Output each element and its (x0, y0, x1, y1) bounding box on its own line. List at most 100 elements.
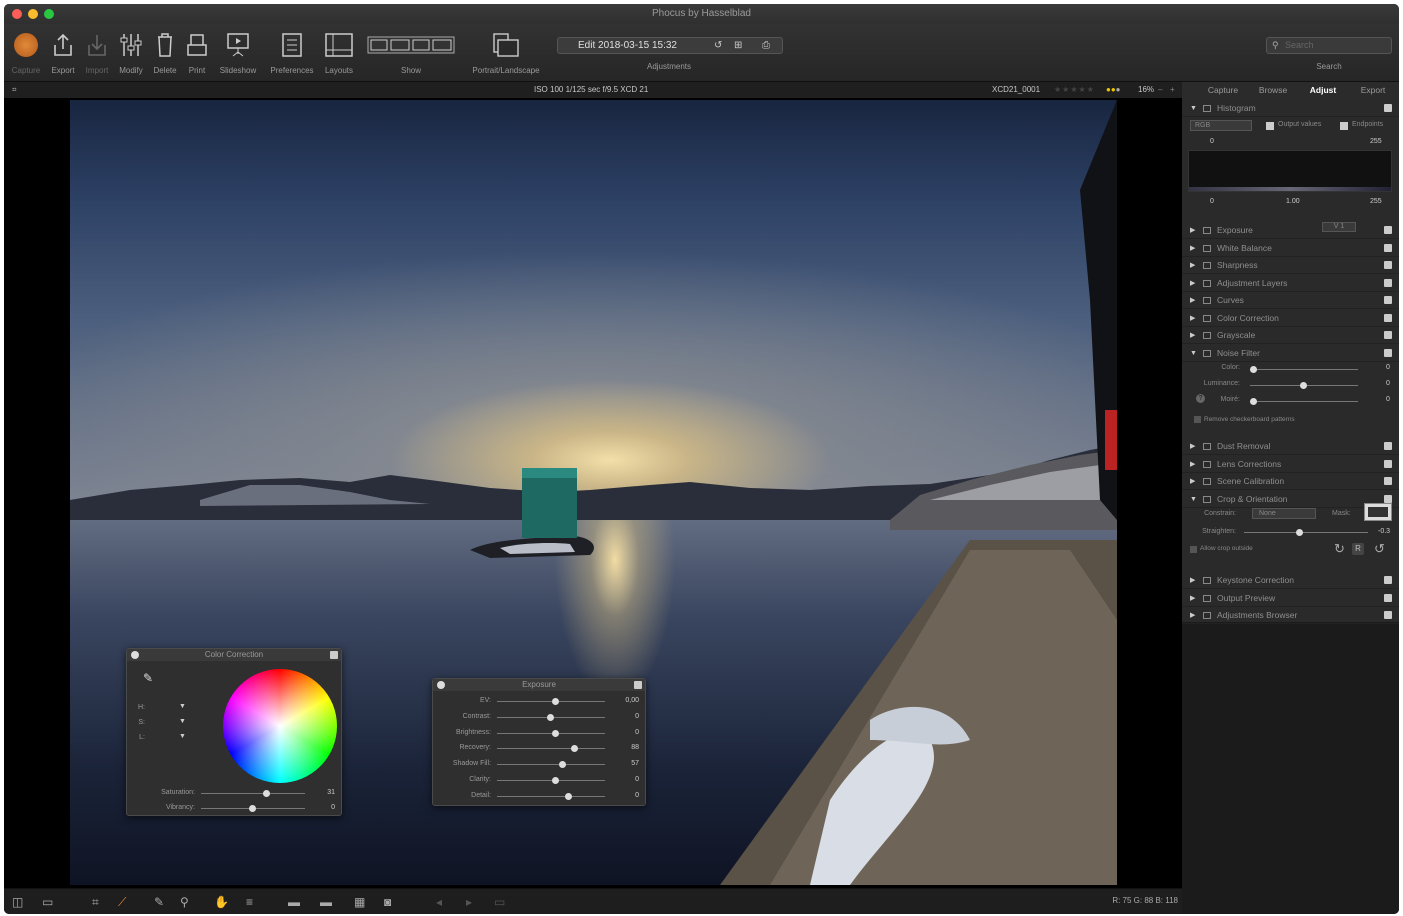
tool-keystone-correction[interactable]: ▶ Keystone Correction (1182, 572, 1399, 589)
tool-enable-checkbox[interactable] (1384, 494, 1392, 503)
disclosure-icon[interactable]: ▶ (1190, 572, 1195, 589)
tool-enable-checkbox[interactable] (1384, 296, 1392, 304)
disclosure-icon[interactable]: ▶ (1190, 310, 1195, 327)
loupe-large-icon[interactable]: ▬ (320, 895, 332, 909)
delete-button[interactable]: Delete (150, 30, 180, 75)
disclosure-icon[interactable]: ▶ (1190, 222, 1195, 239)
exposure-panel[interactable]: Exposure EV: 0,00 Contrast: 0 Brightness: 0 Re… (432, 678, 646, 806)
tool-enable-checkbox[interactable] (1384, 459, 1392, 468)
import-button[interactable]: Import (82, 30, 112, 75)
saturation-slider[interactable] (201, 790, 305, 797)
disclosure-icon[interactable]: ▶ (1190, 327, 1195, 344)
tool-scene-calibration[interactable]: ▶ Scene Calibration (1182, 473, 1399, 490)
disclosure-icon[interactable]: ▶ (1190, 275, 1195, 292)
enable-checkbox[interactable] (634, 681, 642, 689)
mask-color-well[interactable] (1364, 503, 1392, 521)
exposure-slider[interactable] (497, 792, 605, 800)
show-control[interactable]: Show (366, 30, 456, 75)
rotate-left-icon[interactable]: ↻ (1334, 541, 1345, 557)
exposure-slider[interactable] (497, 745, 605, 753)
rotate-right-icon[interactable]: ↺ (1374, 541, 1385, 557)
lightness-marker[interactable]: ▼ (179, 733, 186, 740)
save-version-icon[interactable]: ⎙ (762, 38, 770, 53)
revert-icon[interactable]: ↺ (714, 38, 722, 53)
straighten-tool-icon[interactable]: ⟋ (118, 895, 126, 910)
print-button[interactable]: Print (184, 30, 210, 75)
tool-enable-checkbox[interactable] (1384, 442, 1392, 450)
crop-tool-icon[interactable]: ⌗ (92, 895, 99, 910)
disclosure-icon[interactable]: ▶ (1190, 473, 1195, 490)
tool-white-balance[interactable]: ▶ White Balance (1182, 240, 1399, 257)
next-icon[interactable]: ▸ (466, 895, 472, 909)
close-panel-icon[interactable] (131, 651, 139, 659)
single-view-icon[interactable]: ▭ (42, 895, 53, 909)
search-input[interactable]: ⚲ Search (1266, 37, 1392, 54)
tab-export[interactable]: Export (1348, 85, 1398, 95)
tool-enable-checkbox[interactable] (1384, 348, 1392, 357)
previous-icon[interactable]: ◂ (436, 895, 442, 909)
close-window-button[interactable] (12, 9, 22, 19)
disclosure-icon[interactable]: ▼ (1190, 345, 1197, 362)
allow-crop-outside-checkbox[interactable] (1190, 546, 1197, 553)
slideshow-button[interactable]: Slideshow (216, 30, 260, 75)
zoom-window-button[interactable] (44, 9, 54, 19)
dual-view-icon[interactable]: ◫ (12, 895, 23, 909)
noise-moire-slider[interactable] (1250, 398, 1358, 405)
loupe-icon[interactable]: ▬ (288, 895, 300, 909)
tool-exposure[interactable]: ▶ Exposure (1182, 222, 1399, 239)
hand-tool-icon[interactable]: ✋ (214, 895, 229, 909)
exposure-slider[interactable] (497, 713, 605, 721)
noise-color-slider[interactable] (1250, 366, 1358, 373)
color-tag-dots[interactable]: ●●● (1106, 82, 1121, 98)
tool-dust-removal[interactable]: ▶ Dust Removal (1182, 438, 1399, 455)
histogram-graph[interactable] (1188, 150, 1392, 192)
tool-adjustments-browser[interactable]: ▶ Adjustments Browser (1182, 607, 1399, 624)
grid-icon[interactable]: ▦ (354, 895, 365, 909)
constrain-select[interactable]: None (1252, 508, 1316, 519)
tool-output-preview[interactable]: ▶ Output Preview (1182, 590, 1399, 607)
tab-capture[interactable]: Capture (1198, 85, 1248, 95)
tool-lens-corrections[interactable]: ▶ Lens Corrections (1182, 456, 1399, 473)
disclosure-icon[interactable]: ▶ (1190, 292, 1195, 309)
color-wheel[interactable] (223, 669, 337, 783)
image-viewer[interactable]: Color Correction ✎ H: S: L: ▼ ▼ ▼ Satura… (4, 98, 1182, 888)
tool-enable-checkbox[interactable] (1384, 611, 1392, 619)
export-button[interactable]: Export (48, 30, 78, 75)
exposure-slider[interactable] (497, 729, 605, 737)
tool-enable-checkbox[interactable] (1384, 278, 1392, 287)
exposure-version-select[interactable]: V 1 (1322, 222, 1356, 232)
rating-stars[interactable]: ★★★★★ (1054, 82, 1095, 98)
layouts-button[interactable]: Layouts (322, 30, 356, 75)
tool-enable-checkbox[interactable] (1384, 576, 1392, 584)
tool-enable-checkbox[interactable] (1384, 593, 1392, 602)
zoom-tool-icon[interactable]: ⚲ (180, 895, 189, 909)
exposure-slider[interactable] (497, 761, 605, 769)
disclosure-icon[interactable]: ▶ (1190, 456, 1195, 473)
disclosure-icon[interactable]: ▼ (1190, 491, 1197, 508)
tool-adjustment-layers[interactable]: ▶ Adjustment Layers (1182, 275, 1399, 292)
eyedropper-icon[interactable]: ✎ (143, 671, 153, 685)
straighten-slider[interactable] (1244, 529, 1368, 536)
noise-luminance-slider[interactable] (1250, 382, 1358, 389)
tab-browse[interactable]: Browse (1248, 85, 1298, 95)
tool-curves[interactable]: ▶ Curves (1182, 292, 1399, 309)
help-icon[interactable]: ? (1196, 394, 1205, 403)
exposure-slider[interactable] (497, 777, 605, 784)
tool-histogram[interactable]: ▼ Histogram (1182, 100, 1399, 117)
mask-view-icon[interactable]: ◙ (384, 895, 391, 909)
tool-sharpness[interactable]: ▶ Sharpness (1182, 257, 1399, 274)
tool-enable-checkbox[interactable] (1384, 331, 1392, 339)
menu-icon[interactable]: ≡ (246, 895, 253, 909)
zoom-in-icon[interactable]: + (1170, 82, 1175, 98)
disclosure-icon[interactable]: ▶ (1190, 240, 1195, 257)
enable-checkbox[interactable] (330, 651, 338, 659)
edit-version-field[interactable]: Edit 2018-03-15 15:32 ↺ ⊞ ⎙ (557, 37, 783, 54)
compare-icon[interactable]: ⊞ (734, 38, 742, 53)
vibrancy-slider[interactable] (201, 805, 305, 812)
disclosure-icon[interactable]: ▶ (1190, 590, 1195, 607)
compare-icon[interactable]: ▭ (494, 895, 505, 909)
tool-enable-checkbox[interactable] (1384, 226, 1392, 234)
reset-icon[interactable]: R (1352, 543, 1364, 555)
tool-noise-filter[interactable]: ▼ Noise Filter (1182, 345, 1399, 362)
close-panel-icon[interactable] (437, 681, 445, 689)
